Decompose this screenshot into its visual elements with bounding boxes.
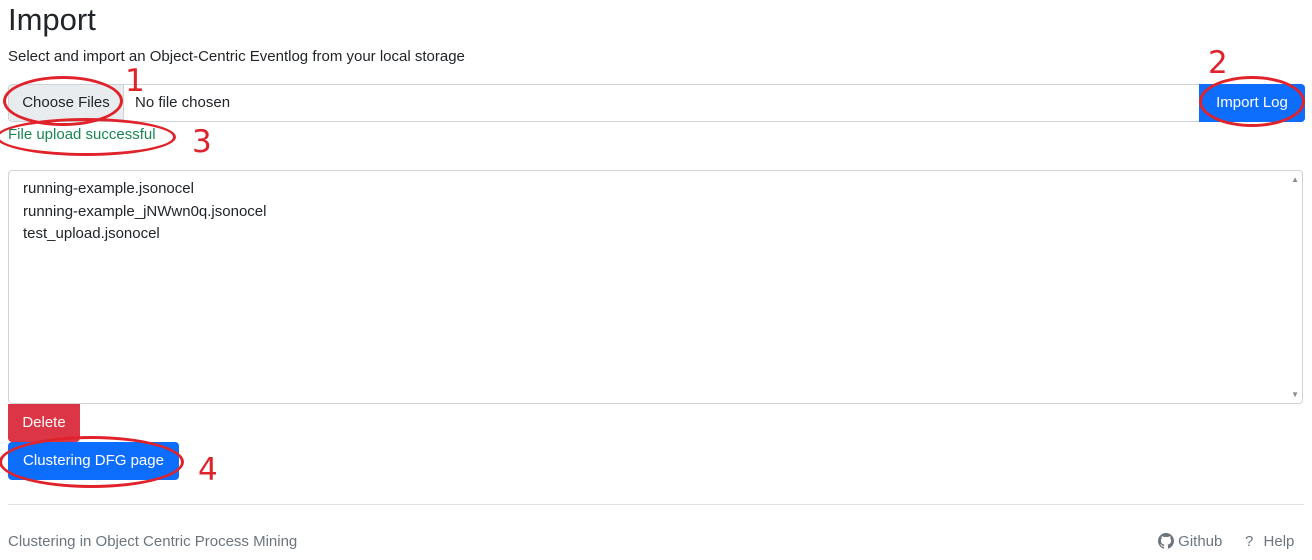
scroll-up-arrow-icon[interactable]: ▲ bbox=[1291, 175, 1299, 184]
annotation-number-2: 2 bbox=[1208, 45, 1228, 81]
github-link[interactable]: Github bbox=[1158, 532, 1222, 552]
file-list-item[interactable]: running-example_jNWwn0q.jsonocel bbox=[23, 201, 1302, 224]
file-list-item[interactable]: test_upload.jsonocel bbox=[23, 223, 1302, 246]
annotation-number-4: 4 bbox=[198, 452, 218, 488]
file-list-box[interactable]: running-example.jsonocel running-example… bbox=[8, 170, 1303, 404]
file-status-text: No file chosen bbox=[135, 94, 231, 111]
footer-divider bbox=[8, 504, 1304, 505]
annotation-number-3: 3 bbox=[192, 124, 212, 160]
help-label: Help bbox=[1263, 533, 1295, 550]
annotation-circle-clustering bbox=[0, 436, 184, 488]
page-title: Import bbox=[8, 2, 96, 37]
annotation-circle-import-log bbox=[1199, 76, 1305, 127]
annotation-circle-upload-success bbox=[0, 118, 176, 156]
github-label: Github bbox=[1178, 533, 1223, 550]
annotation-number-1: 1 bbox=[125, 63, 145, 99]
footer-text: Clustering in Object Centric Process Min… bbox=[8, 533, 298, 550]
scroll-down-arrow-icon[interactable]: ▼ bbox=[1291, 390, 1299, 399]
help-icon: ? bbox=[1245, 533, 1254, 550]
page-subtitle: Select and import an Object-Centric Even… bbox=[8, 48, 465, 65]
file-input-group: Choose Files No file chosen Import Log bbox=[8, 84, 1305, 122]
github-icon bbox=[1158, 533, 1174, 549]
help-link[interactable]: ? Help bbox=[1245, 532, 1294, 552]
file-list-item[interactable]: running-example.jsonocel bbox=[23, 178, 1302, 201]
